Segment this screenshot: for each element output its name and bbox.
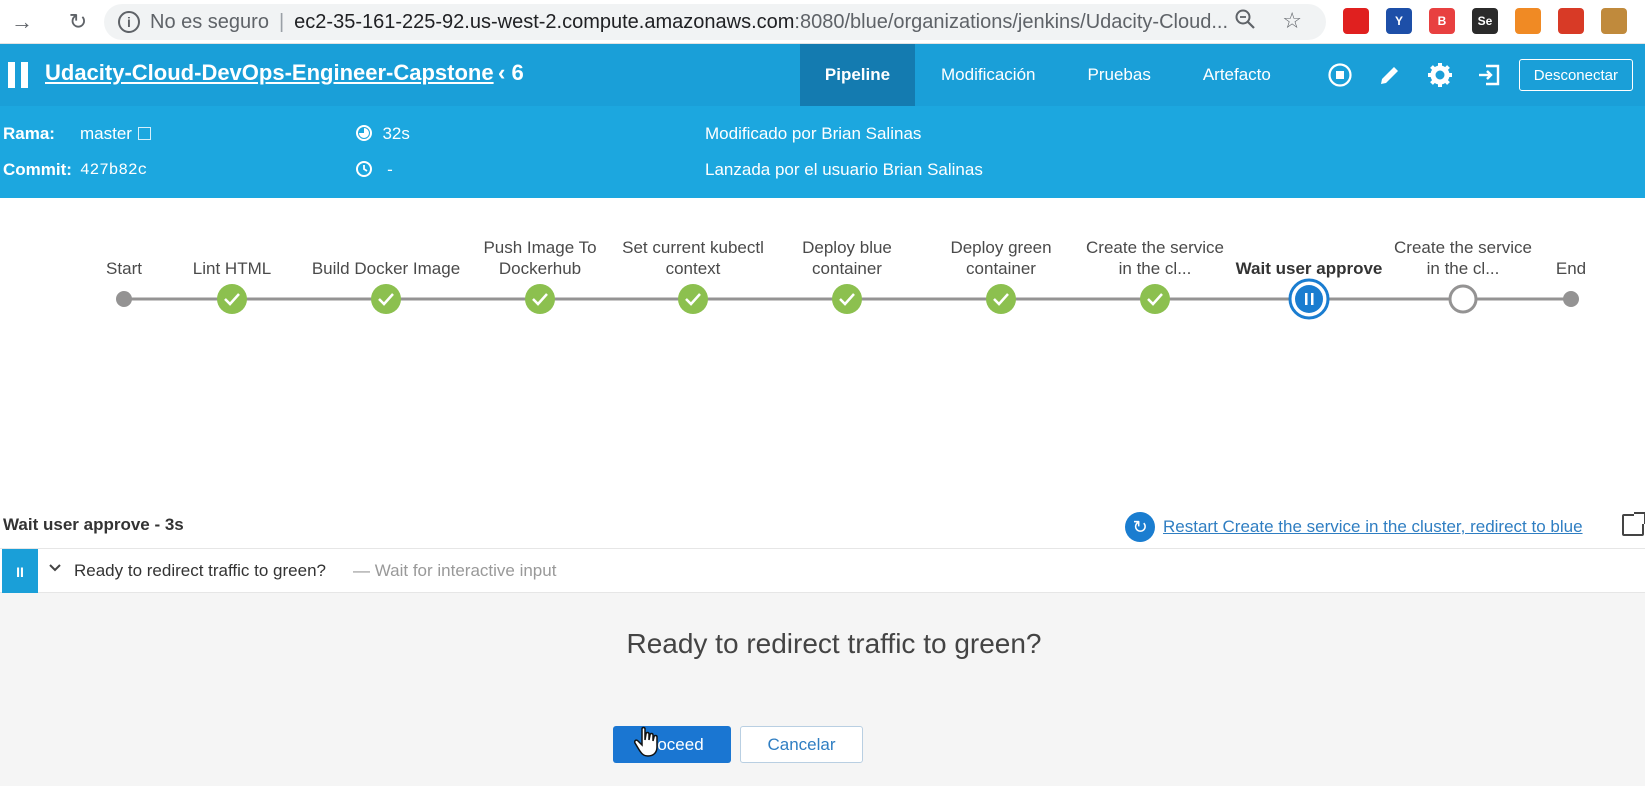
url-text: ec2-35-161-225-92.us-west-2.compute.amaz…: [294, 10, 1229, 33]
pause-icon: [1311, 293, 1314, 305]
ublock-icon[interactable]: [1343, 8, 1369, 34]
security-label: No es seguro: [150, 10, 269, 33]
vpn-icon[interactable]: Y: [1386, 8, 1412, 34]
tab-changes[interactable]: Modificación: [915, 44, 1062, 106]
address-bar[interactable]: i No es seguro | ec2-35-161-225-92.us-we…: [104, 4, 1326, 40]
stop-icon[interactable]: [1325, 60, 1355, 90]
duration-icon: [356, 125, 372, 141]
selenium-icon[interactable]: Se: [1472, 8, 1498, 34]
browser-toolbar: → ↻ i No es seguro | ec2-35-161-225-92.u…: [0, 0, 1645, 44]
stage-label-6: Deploy green container: [950, 238, 1052, 278]
stage-node-0: [116, 291, 132, 307]
input-question: Ready to redirect traffic to green?: [626, 628, 1042, 659]
extension-b-icon[interactable]: B: [1429, 8, 1455, 34]
restart-icon[interactable]: ↻: [1125, 512, 1155, 542]
open-in-new-icon[interactable]: [1622, 512, 1645, 536]
edit-icon[interactable]: [1375, 60, 1405, 90]
stage-node-3[interactable]: [525, 284, 555, 314]
stage-node-2[interactable]: [371, 284, 401, 314]
stage-node-8[interactable]: [1288, 278, 1330, 320]
stage-label-5: Deploy blue container: [802, 238, 892, 278]
stage-node-1[interactable]: [217, 284, 247, 314]
stage-node-5[interactable]: [832, 284, 862, 314]
restart-stage-link[interactable]: ↻ Restart Create the service in the clus…: [1125, 512, 1583, 542]
job-title-link[interactable]: Udacity-Cloud-DevOps-Engineer-Capstone: [45, 60, 494, 86]
exit-icon[interactable]: [1474, 60, 1504, 90]
cookie-icon[interactable]: [1601, 8, 1627, 34]
hand-cursor-icon: [634, 726, 660, 763]
forward-icon[interactable]: →: [4, 4, 40, 40]
external-link-icon[interactable]: [137, 127, 151, 140]
cancel-button[interactable]: Cancelar: [740, 726, 863, 763]
gear-icon[interactable]: [1425, 60, 1455, 90]
run-number[interactable]: ‹ 6: [498, 60, 524, 86]
zoom-icon[interactable]: [1234, 8, 1256, 36]
restart-label[interactable]: Restart Create the service in the cluste…: [1163, 517, 1583, 537]
stage-node-4[interactable]: [678, 284, 708, 314]
proceed-button[interactable]: Proceed: [613, 726, 731, 763]
step-row[interactable]: II Ready to redirect traffic to green? —…: [0, 548, 1645, 594]
stage-label-10: End: [1555, 259, 1587, 278]
stage-label-4: Set current kubectl context: [622, 238, 764, 278]
clock-icon: [356, 161, 372, 177]
step-hint: — Wait for interactive input: [353, 561, 557, 580]
branch-link[interactable]: master: [80, 124, 151, 144]
stage-label-8: Wait user approve: [1235, 259, 1383, 278]
stage-label-2: Build Docker Image: [311, 259, 461, 278]
tab-pipeline[interactable]: Pipeline: [800, 44, 915, 106]
stage-node-7[interactable]: [1140, 284, 1170, 314]
info-icon[interactable]: i: [118, 11, 140, 33]
stage-label-1: Lint HTML: [192, 259, 272, 278]
cause-text: Lanzada por el usuario Brian Salinas: [705, 160, 983, 179]
changes-text: Modificado por Brian Salinas: [705, 124, 922, 143]
stage-node-10: [1563, 291, 1579, 307]
pipeline-graph: Start Lint HTML Build Docker Image Push Ima…: [0, 198, 1645, 498]
start-time: -: [355, 160, 393, 180]
branch-label: Rama:: [3, 124, 55, 143]
step-name: Ready to redirect traffic to green?: [74, 561, 326, 580]
duration: 32s: [355, 124, 410, 144]
commit-hash: 427b82c: [80, 161, 148, 179]
tab-tests[interactable]: Pruebas: [1062, 44, 1177, 106]
bookmark-star-icon[interactable]: ☆: [1282, 8, 1302, 34]
run-tabs: Pipeline Modificación Pruebas Artefacto: [800, 44, 1297, 106]
run-details: Rama: master Commit: 427b82c 32s - Modif…: [0, 106, 1645, 198]
logout-button[interactable]: Desconectar: [1518, 59, 1633, 91]
pause-icon: [1305, 293, 1308, 305]
paused-status-icon: II: [2, 549, 38, 594]
extension-figure-icon[interactable]: [1515, 8, 1541, 34]
stage-node-6[interactable]: [986, 284, 1016, 314]
stage-label-0: Start: [106, 259, 142, 278]
jenkins-header: Udacity-Cloud-DevOps-Engineer-Capstone ‹…: [0, 44, 1645, 106]
stage-node-9[interactable]: [1448, 284, 1478, 314]
input-panel: Ready to redirect traffic to green? Proc…: [0, 593, 1645, 786]
omnibox-separator: |: [278, 10, 285, 33]
stage-label-3: Push Image To Dockerhub: [483, 238, 597, 278]
tab-artifacts[interactable]: Artefacto: [1177, 44, 1297, 106]
commit-label: Commit:: [3, 160, 72, 179]
reload-icon[interactable]: ↻: [60, 4, 96, 40]
back-chevron-icon[interactable]: ‹: [498, 60, 505, 85]
pipeline-paused-icon: [8, 62, 30, 88]
stage-label-9: Create the service in the cl...: [1394, 238, 1532, 278]
stage-label-7: Create the service in the cl...: [1086, 238, 1224, 278]
chevron-down-icon[interactable]: [48, 561, 62, 578]
pdf-icon[interactable]: [1558, 8, 1584, 34]
step-title: Wait user approve - 3s: [3, 515, 184, 534]
